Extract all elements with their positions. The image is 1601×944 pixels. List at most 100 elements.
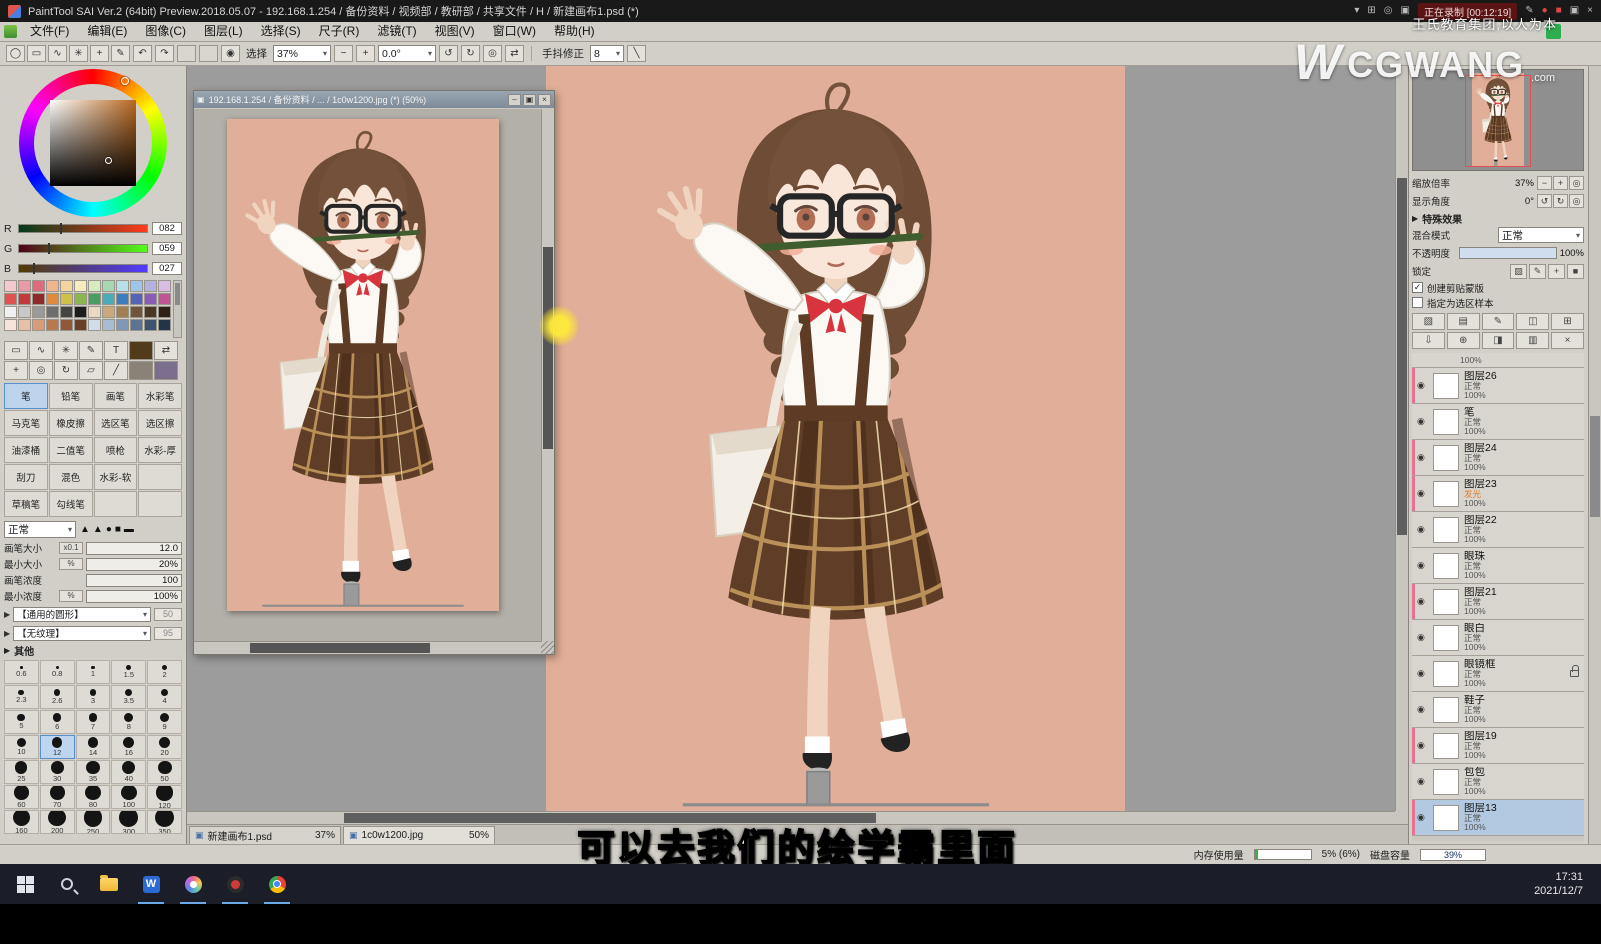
saturation-value-square[interactable]: [50, 100, 136, 186]
layer-visibility-toggle[interactable]: ◉: [1417, 416, 1431, 427]
lock-move-icon[interactable]: +: [1548, 263, 1565, 279]
brush-size-option[interactable]: 50: [147, 760, 182, 784]
zoom-combo[interactable]: 37% ▾: [273, 45, 331, 62]
zoom-in-icon[interactable]: ◎: [1384, 5, 1393, 17]
layer-thumbnail[interactable]: [1433, 552, 1459, 579]
reference-window-titlebar[interactable]: ▣ 192.168.1.254 / 备份资料 / ... / 1c0w1200.…: [194, 91, 554, 108]
document-tab[interactable]: ▣ 新建画布1.psd 37%: [189, 826, 341, 844]
color-swatch[interactable]: [74, 280, 87, 292]
color-wheel[interactable]: [19, 69, 167, 217]
brush-size-option[interactable]: 1.5: [111, 660, 147, 684]
color-swatch[interactable]: [158, 293, 171, 305]
brush-preset[interactable]: 草稿笔: [4, 491, 48, 517]
brush-preset[interactable]: 橡皮擦: [48, 410, 93, 436]
layer-visibility-toggle[interactable]: ◉: [1417, 632, 1431, 643]
color-swatch[interactable]: [130, 280, 143, 292]
rotate-canvas-tool-icon[interactable]: ↻: [54, 361, 78, 380]
scrollbar-thumb[interactable]: [1397, 177, 1407, 536]
color-swatch[interactable]: [144, 280, 157, 292]
hand-tool-icon[interactable]: ▱: [79, 361, 103, 380]
layer-row[interactable]: ◉ 眼白 正常 100%: [1412, 620, 1584, 656]
brush-size-option[interactable]: 14: [75, 735, 111, 759]
nav-angle-reset-button[interactable]: ◎: [1569, 194, 1584, 208]
close-icon[interactable]: ×: [1587, 5, 1593, 17]
layer-visibility-toggle[interactable]: ◉: [1417, 740, 1431, 751]
brush-size-option[interactable]: 3: [75, 685, 111, 709]
color-swatch[interactable]: [158, 319, 171, 331]
delete-layer-icon[interactable]: ×: [1551, 332, 1584, 349]
magic-wand-icon[interactable]: ✳: [69, 45, 88, 62]
canvas-hscrollbar[interactable]: [187, 811, 1395, 824]
brush-tip-shape-icon[interactable]: ■: [115, 524, 121, 535]
color-swatch[interactable]: [74, 319, 87, 331]
start-button[interactable]: [4, 864, 46, 904]
color-swatch[interactable]: [32, 306, 45, 318]
close-button[interactable]: ×: [538, 93, 551, 106]
slider-notch[interactable]: [59, 223, 62, 234]
layers-scrollbar[interactable]: [1588, 66, 1601, 844]
brush-size-option[interactable]: 200: [39, 810, 75, 834]
brush-size-option[interactable]: 350: [147, 810, 182, 834]
menu-item[interactable]: 选择(S): [252, 22, 310, 41]
document-tab[interactable]: ▣ 1c0w1200.jpg 50%: [343, 826, 495, 844]
brush-preset[interactable]: 二值笔: [48, 437, 93, 463]
color-swatch[interactable]: [116, 280, 129, 292]
layer-options-icon[interactable]: ⊞: [1551, 313, 1584, 330]
layer-visibility-toggle[interactable]: ◉: [1417, 668, 1431, 679]
move-tool-icon[interactable]: +: [4, 361, 28, 380]
select-pen-icon[interactable]: ✎: [111, 45, 130, 62]
foreground-color-swatch[interactable]: [129, 341, 153, 360]
layer-thumbnail[interactable]: [1433, 696, 1459, 723]
menu-item[interactable]: 帮助(H): [545, 22, 604, 41]
menu-item[interactable]: 编辑(E): [78, 22, 136, 41]
camera-icon[interactable]: ▣: [1570, 5, 1579, 17]
brush-tip-shape-icon[interactable]: ●: [106, 524, 112, 535]
color-swatch[interactable]: [116, 306, 129, 318]
layer-row[interactable]: ◉ 鞋子 正常 100%: [1412, 692, 1584, 728]
marquee-tool-icon[interactable]: ▭: [4, 341, 28, 360]
sv-marker[interactable]: [105, 157, 112, 164]
color-swatch[interactable]: [4, 280, 17, 292]
setting-unit-badge[interactable]: x0.1: [59, 542, 83, 554]
color-swatch[interactable]: [18, 319, 31, 331]
layer-row[interactable]: ◉ 图层26 正常 100%: [1412, 368, 1584, 404]
brush-size-option[interactable]: 12: [39, 735, 75, 759]
brush-size-option[interactable]: 2: [147, 660, 182, 684]
text-tool-icon[interactable]: T: [104, 341, 128, 360]
brush-size-option[interactable]: 20: [147, 735, 182, 759]
brush-tip-shape-icon[interactable]: ▲: [80, 524, 90, 535]
rotate-ccw-button[interactable]: ↺: [439, 45, 458, 62]
triangle-icon[interactable]: ▶: [4, 610, 10, 619]
layer-thumbnail[interactable]: [1433, 408, 1459, 435]
minimize-button[interactable]: –: [508, 93, 521, 106]
chrome-app-button[interactable]: [256, 864, 298, 904]
color-swatch[interactable]: [60, 293, 73, 305]
maximize-button[interactable]: ▣: [523, 93, 536, 106]
color-swatch[interactable]: [46, 280, 59, 292]
red-value[interactable]: 082: [152, 222, 182, 235]
spare-color-swatch[interactable]: [129, 361, 153, 380]
brush-size-option[interactable]: 5: [4, 710, 39, 734]
brush-size-option[interactable]: 80: [75, 785, 111, 809]
special-effects-header[interactable]: ▶ 特殊效果: [1412, 210, 1584, 226]
opacity-slider[interactable]: [1459, 247, 1557, 259]
nav-rotate-cw-button[interactable]: ↻: [1553, 194, 1568, 208]
stabilizer-combo[interactable]: 8 ▾: [590, 45, 624, 62]
color-swatch[interactable]: [144, 306, 157, 318]
layer-thumbnail[interactable]: [1433, 732, 1459, 759]
setting-unit-badge[interactable]: %: [59, 558, 83, 570]
brush-preset[interactable]: 画笔: [93, 383, 138, 409]
taskbar-clock[interactable]: 17:31 2021/12/7: [1534, 870, 1597, 899]
layer-row-partial[interactable]: 100%: [1412, 353, 1584, 368]
brush-size-option[interactable]: 2.6: [39, 685, 75, 709]
brush-preset[interactable]: 选区擦: [138, 410, 182, 436]
brush-size-option[interactable]: 35: [75, 760, 111, 784]
color-swatch[interactable]: [46, 306, 59, 318]
layer-thumbnail[interactable]: [1433, 804, 1459, 831]
brush-preset[interactable]: 水彩-厚: [138, 437, 182, 463]
menu-item[interactable]: 窗口(W): [484, 22, 545, 41]
brush-size-option[interactable]: 3.5: [111, 685, 147, 709]
nav-zoom-in-button[interactable]: +: [1553, 176, 1568, 190]
layer-thumbnail[interactable]: [1433, 372, 1459, 399]
fill-layer-icon[interactable]: ▥: [1516, 332, 1550, 349]
